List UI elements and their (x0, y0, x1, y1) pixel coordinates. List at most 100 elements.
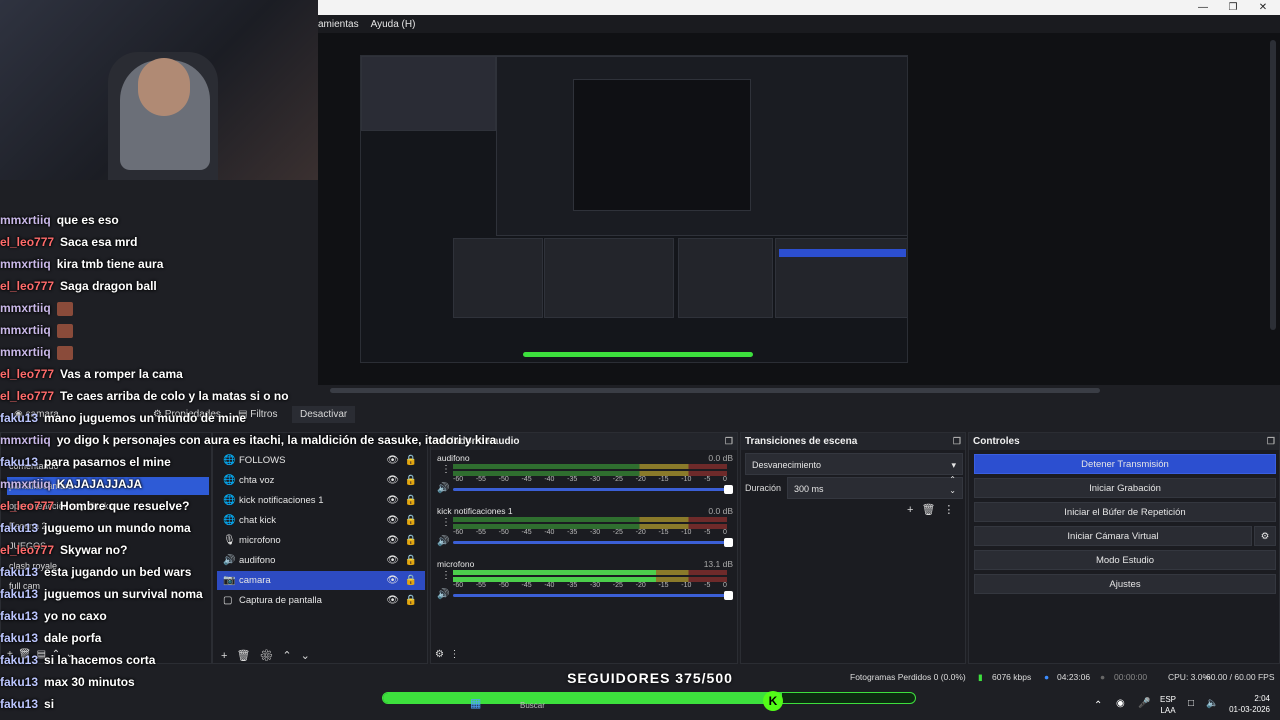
signal-icon: ▮ (978, 672, 983, 682)
studio-mode-button[interactable]: Modo Estudio (974, 550, 1276, 570)
preview-nested-screen (496, 56, 907, 236)
volume-slider[interactable] (453, 538, 733, 547)
remove-transition-button[interactable]: 🗑 (921, 504, 943, 516)
tray-chevron-icon[interactable]: ⌃ (1094, 700, 1102, 711)
mixer-tick: -30 (589, 529, 601, 536)
eye-icon[interactable]: 👁 (386, 531, 399, 550)
chat-overlay: mmxrtiiq que es eso el_leo777 Saca esa mrd m… (0, 210, 496, 720)
eye-icon[interactable]: 👁 (386, 551, 399, 570)
volume-slider[interactable] (453, 485, 733, 494)
taskbar-search[interactable]: Buscar (520, 700, 545, 711)
virtual-camera-settings-button[interactable]: ⚙ (1254, 526, 1276, 546)
lock-icon[interactable]: 🔒 (405, 511, 417, 530)
undock-icon[interactable]: ❐ (1267, 433, 1275, 450)
mixer-tick: -50 (498, 529, 509, 536)
undock-icon[interactable]: ❐ (725, 433, 733, 450)
close-button[interactable]: ✕ (1248, 0, 1278, 15)
mixer-channel-name: kick notificaciones 1 (437, 506, 513, 516)
mixer-tick: -25 (612, 476, 623, 483)
network-icon[interactable]: □ (1188, 698, 1194, 709)
lock-icon[interactable]: 🔒 (405, 491, 417, 510)
channel-menu-icon[interactable]: ⋮ (441, 570, 451, 581)
undock-icon[interactable]: ❐ (953, 433, 961, 450)
mixer-menu-icon[interactable]: ⋮ (450, 649, 460, 660)
settings-button[interactable]: Ajustes (974, 574, 1276, 594)
maximize-button[interactable]: ❐ (1218, 0, 1248, 15)
windows-start-icon[interactable]: ▦ (470, 697, 481, 709)
chat-username: faku13 (0, 411, 39, 425)
lock-icon[interactable]: 🔒 (405, 451, 417, 470)
start-virtual-camera-button[interactable]: Iniciar Cámara Virtual (974, 526, 1252, 546)
eye-icon[interactable]: 👁 (386, 511, 399, 530)
mixer-tick: -45 (521, 529, 532, 536)
preview-horizontal-scrollbar[interactable] (330, 388, 1100, 393)
chat-message: faku13 juguemo un mundo noma (0, 518, 191, 538)
menu-item-help[interactable]: Ayuda (H) (371, 19, 416, 30)
lock-icon[interactable]: 🔒 (405, 531, 417, 550)
eye-icon[interactable]: 👁 (386, 491, 399, 510)
chat-message: mmxrtiiq (0, 342, 73, 362)
chat-username: faku13 (0, 521, 39, 535)
volume-slider-handle[interactable] (724, 485, 733, 494)
start-recording-button[interactable]: Iniciar Grabación (974, 478, 1276, 498)
add-transition-button[interactable]: + (907, 504, 921, 516)
eye-icon[interactable]: 👁 (386, 471, 399, 490)
mixer-tick: -60 (453, 476, 464, 483)
menu-item-tools[interactable]: amientas (318, 19, 359, 30)
tray-mic-icon[interactable]: 🎤 (1138, 698, 1150, 709)
lock-icon[interactable]: 🔒 (405, 591, 417, 610)
lock-icon[interactable]: 🔒 (405, 571, 417, 590)
mixer-tick: -35 (567, 476, 578, 483)
speaker-icon[interactable]: 🔊 (437, 536, 449, 547)
language-indicator[interactable]: ESP LAA (1158, 694, 1178, 716)
mixer-settings-icon[interactable]: ⚙ (435, 649, 444, 660)
speaker-icon[interactable]: 🔊 (437, 483, 449, 494)
eye-icon[interactable]: 👁 (386, 451, 399, 470)
transition-menu-button[interactable]: ⋮ (943, 504, 962, 516)
chat-username: mmxrtiiq (0, 257, 51, 271)
dropped-frames: Fotogramas Perdidos 0 (0.0%) (850, 672, 966, 682)
channel-menu-icon[interactable]: ⋮ (441, 464, 451, 475)
preview-vertical-scrollbar[interactable] (1270, 40, 1276, 330)
volume-meter (453, 517, 727, 522)
volume-icon[interactable]: 🔈 (1206, 698, 1218, 709)
mixer-channel: microfono 13.1 dB ⋮ -60 -55 -50 -45 -40 -35 -30 -2… (437, 559, 735, 607)
eye-icon[interactable]: 👁 (386, 571, 399, 590)
chat-message: faku13 dale porfa (0, 628, 101, 648)
volume-slider[interactable] (453, 591, 733, 600)
speaker-icon[interactable]: 🔊 (437, 589, 449, 600)
mixer-tick: -50 (498, 582, 509, 589)
clock-time: 2:04 (1254, 694, 1270, 703)
mixer-channel: kick notificaciones 1 0.0 dB ⋮ -60 -55 -50 -45… (437, 506, 735, 554)
tray-app-icon[interactable]: ◉ (1116, 698, 1125, 709)
mixer-tick: -30 (589, 582, 601, 589)
duration-input[interactable]: 300 ms ⌃ ⌄ (787, 474, 963, 499)
controls-title-bar: Controles ❐ (969, 433, 1279, 450)
lock-icon[interactable]: 🔒 (405, 471, 417, 490)
stop-streaming-button[interactable]: Detener Transmisión (974, 454, 1276, 474)
volume-slider-handle[interactable] (724, 538, 733, 547)
lock-icon[interactable]: 🔒 (405, 551, 417, 570)
channel-menu-icon[interactable]: ⋮ (441, 517, 451, 528)
chat-text: Vas a romper la cama (60, 367, 183, 381)
clock[interactable]: 2:04 01-03-2026 (1224, 693, 1270, 715)
transition-select[interactable]: Desvanecimiento ▾ (745, 453, 963, 475)
minimize-button[interactable]: — (1188, 0, 1218, 15)
spinner-icon[interactable]: ⌃ ⌄ (949, 474, 956, 496)
chat-message: mmxrtiiq KAJAJAJJAJA (0, 474, 142, 494)
chat-message: mmxrtiiq (0, 298, 73, 318)
stream-preview-canvas[interactable] (360, 55, 908, 363)
volume-slider-handle[interactable] (724, 591, 733, 600)
chat-text: Skywar no? (60, 543, 128, 557)
chat-text: Saga dragon ball (60, 279, 157, 293)
mixer-tick: -40 (544, 582, 555, 589)
chat-username: el_leo777 (0, 543, 55, 557)
preview-nested-inner (573, 79, 751, 211)
transitions-title-bar: Transiciones de escena ❐ (741, 433, 965, 450)
chat-message: faku13 para pasarnos el mine (0, 452, 171, 472)
eye-icon[interactable]: 👁 (386, 591, 399, 610)
mixer-tick: -20 (635, 476, 646, 483)
chat-message: faku13 yo no caxo (0, 606, 107, 626)
chat-username: faku13 (0, 609, 39, 623)
start-replay-buffer-button[interactable]: Iniciar el Búfer de Repetición (974, 502, 1276, 522)
